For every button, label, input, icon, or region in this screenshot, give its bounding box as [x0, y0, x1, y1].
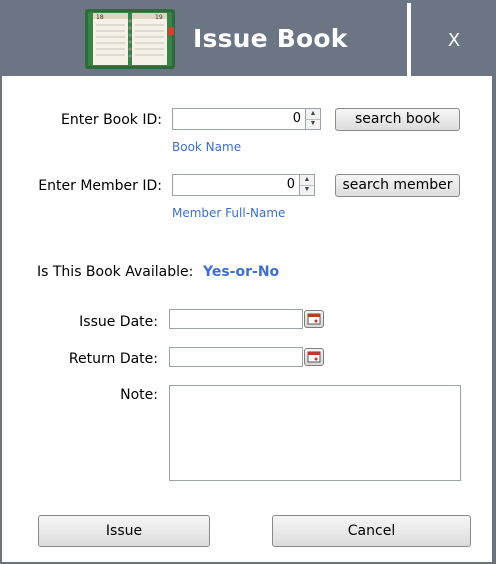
- title-divider: [407, 3, 411, 76]
- issue-button[interactable]: Issue: [38, 515, 210, 547]
- close-button[interactable]: X: [440, 28, 468, 54]
- spin-down-icon[interactable]: ▼: [300, 185, 314, 195]
- issue-date-field[interactable]: [169, 309, 303, 329]
- calendar-icon: [307, 313, 321, 325]
- note-label: Note:: [120, 387, 158, 403]
- title-bar: 18 19 Issue Book X: [0, 0, 496, 76]
- available-label: Is This Book Available:: [37, 264, 194, 280]
- search-member-button[interactable]: search member: [335, 174, 460, 197]
- issue-date-label: Issue Date:: [79, 314, 158, 330]
- window-title: Issue Book: [193, 24, 348, 53]
- return-date-label: Return Date:: [68, 351, 158, 367]
- book-id-field[interactable]: 0: [172, 108, 306, 130]
- available-value: Yes-or-No: [203, 264, 280, 280]
- spin-down-icon[interactable]: ▼: [306, 119, 320, 129]
- svg-text:18: 18: [96, 14, 104, 21]
- search-book-button[interactable]: search book: [335, 108, 460, 131]
- svg-text:19: 19: [155, 14, 163, 21]
- return-date-field[interactable]: [169, 347, 303, 367]
- book-name-link: Book Name: [172, 140, 242, 154]
- member-id-spinner[interactable]: ▲ ▼: [299, 174, 315, 196]
- book-id-label: Enter Book ID:: [61, 112, 162, 128]
- note-textarea[interactable]: [169, 385, 461, 481]
- calendar-book-icon: 18 19: [85, 9, 175, 69]
- member-id-label: Enter Member ID:: [38, 178, 162, 194]
- member-id-field[interactable]: 0: [172, 174, 300, 196]
- return-date-calendar-button[interactable]: [304, 348, 324, 366]
- cancel-button[interactable]: Cancel: [272, 515, 471, 547]
- issue-date-calendar-button[interactable]: [304, 310, 324, 328]
- form-panel: Enter Book ID: 0 ▲ ▼ search book Book Na…: [2, 76, 492, 562]
- book-id-spinner[interactable]: ▲ ▼: [305, 108, 321, 130]
- member-name-link: Member Full-Name: [172, 206, 286, 220]
- calendar-icon: [307, 351, 321, 363]
